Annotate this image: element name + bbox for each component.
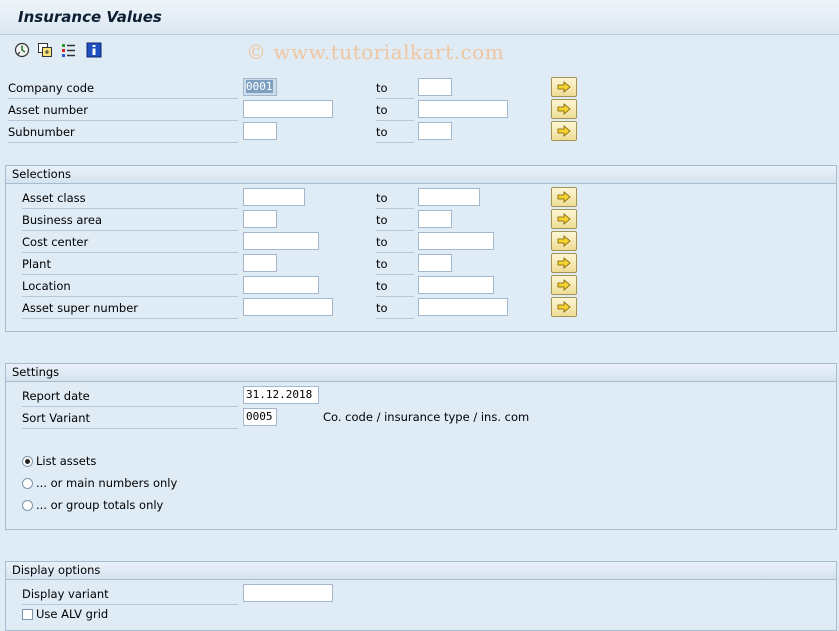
subnumber-multiple-selection-button[interactable] <box>551 121 577 141</box>
location-multiple-selection-button[interactable] <box>551 275 577 295</box>
company-code-to-label: to <box>376 78 414 99</box>
arrow-right-icon <box>557 301 571 313</box>
subnumber-label: Subnumber <box>8 122 238 143</box>
display-options-title: Display options <box>6 562 836 580</box>
report-date-input[interactable]: 31.12.2018 <box>243 386 319 404</box>
location-from-input[interactable] <box>243 276 319 294</box>
asset-class-multiple-selection-button[interactable] <box>551 187 577 207</box>
cost-center-label: Cost center <box>22 232 238 253</box>
location-label: Location <box>22 276 238 297</box>
asset-number-to-input[interactable] <box>418 100 508 118</box>
subnumber-from-input[interactable] <box>243 122 277 140</box>
plant-to-label: to <box>376 254 414 275</box>
settings-title: Settings <box>6 364 836 382</box>
sort-variant-label: Sort Variant <box>22 408 238 429</box>
company-code-value: 0001 <box>246 80 273 93</box>
sort-variant-input[interactable]: 0005 <box>243 408 277 426</box>
asset-class-to-input[interactable] <box>418 188 480 206</box>
company-code-from-input[interactable]: 0001 <box>243 78 277 96</box>
asset-class-to-label: to <box>376 188 414 209</box>
selections-title: Selections <box>6 166 836 184</box>
execute-icon[interactable] <box>14 42 30 58</box>
plant-multiple-selection-button[interactable] <box>551 253 577 273</box>
watermark: © www.tutorialkart.com <box>246 40 505 64</box>
company-code-label: Company code <box>8 78 238 99</box>
plant-from-input[interactable] <box>243 254 277 272</box>
arrow-right-icon <box>557 213 571 225</box>
location-to-label: to <box>376 276 414 297</box>
asset-super-number-multiple-selection-button[interactable] <box>551 297 577 317</box>
asset-super-number-from-input[interactable] <box>243 298 333 316</box>
asset-super-number-to-input[interactable] <box>418 298 508 316</box>
asset-number-to-label: to <box>376 100 414 121</box>
arrow-right-icon <box>557 191 571 203</box>
arrow-right-icon <box>557 235 571 247</box>
group-totals-only-label: ... or group totals only <box>36 498 164 512</box>
arrow-right-icon <box>557 103 571 115</box>
cost-center-to-input[interactable] <box>418 232 494 250</box>
plant-label: Plant <box>22 254 238 275</box>
subnumber-to-label: to <box>376 122 414 143</box>
copy-icon[interactable] <box>37 42 53 58</box>
business-area-to-label: to <box>376 210 414 231</box>
sort-variant-description: Co. code / insurance type / ins. com <box>323 410 530 424</box>
arrow-right-icon <box>557 279 571 291</box>
arrow-right-icon <box>557 257 571 269</box>
cost-center-to-label: to <box>376 232 414 253</box>
arrow-right-icon <box>557 81 571 93</box>
list-assets-label: List assets <box>36 454 97 468</box>
business-area-label: Business area <box>22 210 238 231</box>
asset-super-number-to-label: to <box>376 298 414 319</box>
list-assets-radio[interactable] <box>22 456 33 467</box>
asset-class-from-input[interactable] <box>243 188 305 206</box>
main-numbers-only-radio[interactable] <box>22 478 33 489</box>
use-alv-grid-checkbox[interactable] <box>22 609 33 620</box>
business-area-multiple-selection-button[interactable] <box>551 209 577 229</box>
arrow-right-icon <box>557 125 571 137</box>
asset-class-label: Asset class <box>22 188 238 209</box>
group-totals-only-radio[interactable] <box>22 500 33 511</box>
use-alv-grid-label: Use ALV grid <box>36 607 109 621</box>
page-title: Insurance Values <box>18 8 162 26</box>
cost-center-multiple-selection-button[interactable] <box>551 231 577 251</box>
info-icon[interactable] <box>86 42 102 58</box>
display-variant-input[interactable] <box>243 584 333 602</box>
company-code-multiple-selection-button[interactable] <box>551 77 577 97</box>
cost-center-from-input[interactable] <box>243 232 319 250</box>
asset-number-multiple-selection-button[interactable] <box>551 99 577 119</box>
plant-to-input[interactable] <box>418 254 452 272</box>
asset-number-label: Asset number <box>8 100 238 121</box>
variants-icon[interactable] <box>61 42 77 58</box>
asset-number-from-input[interactable] <box>243 100 333 118</box>
main-numbers-only-label: ... or main numbers only <box>36 476 178 490</box>
location-to-input[interactable] <box>418 276 494 294</box>
report-date-label: Report date <box>22 386 238 407</box>
business-area-from-input[interactable] <box>243 210 277 228</box>
subnumber-to-input[interactable] <box>418 122 452 140</box>
business-area-to-input[interactable] <box>418 210 452 228</box>
company-code-to-input[interactable] <box>418 78 452 96</box>
display-variant-label: Display variant <box>22 584 238 605</box>
asset-super-number-label: Asset super number <box>22 298 238 319</box>
